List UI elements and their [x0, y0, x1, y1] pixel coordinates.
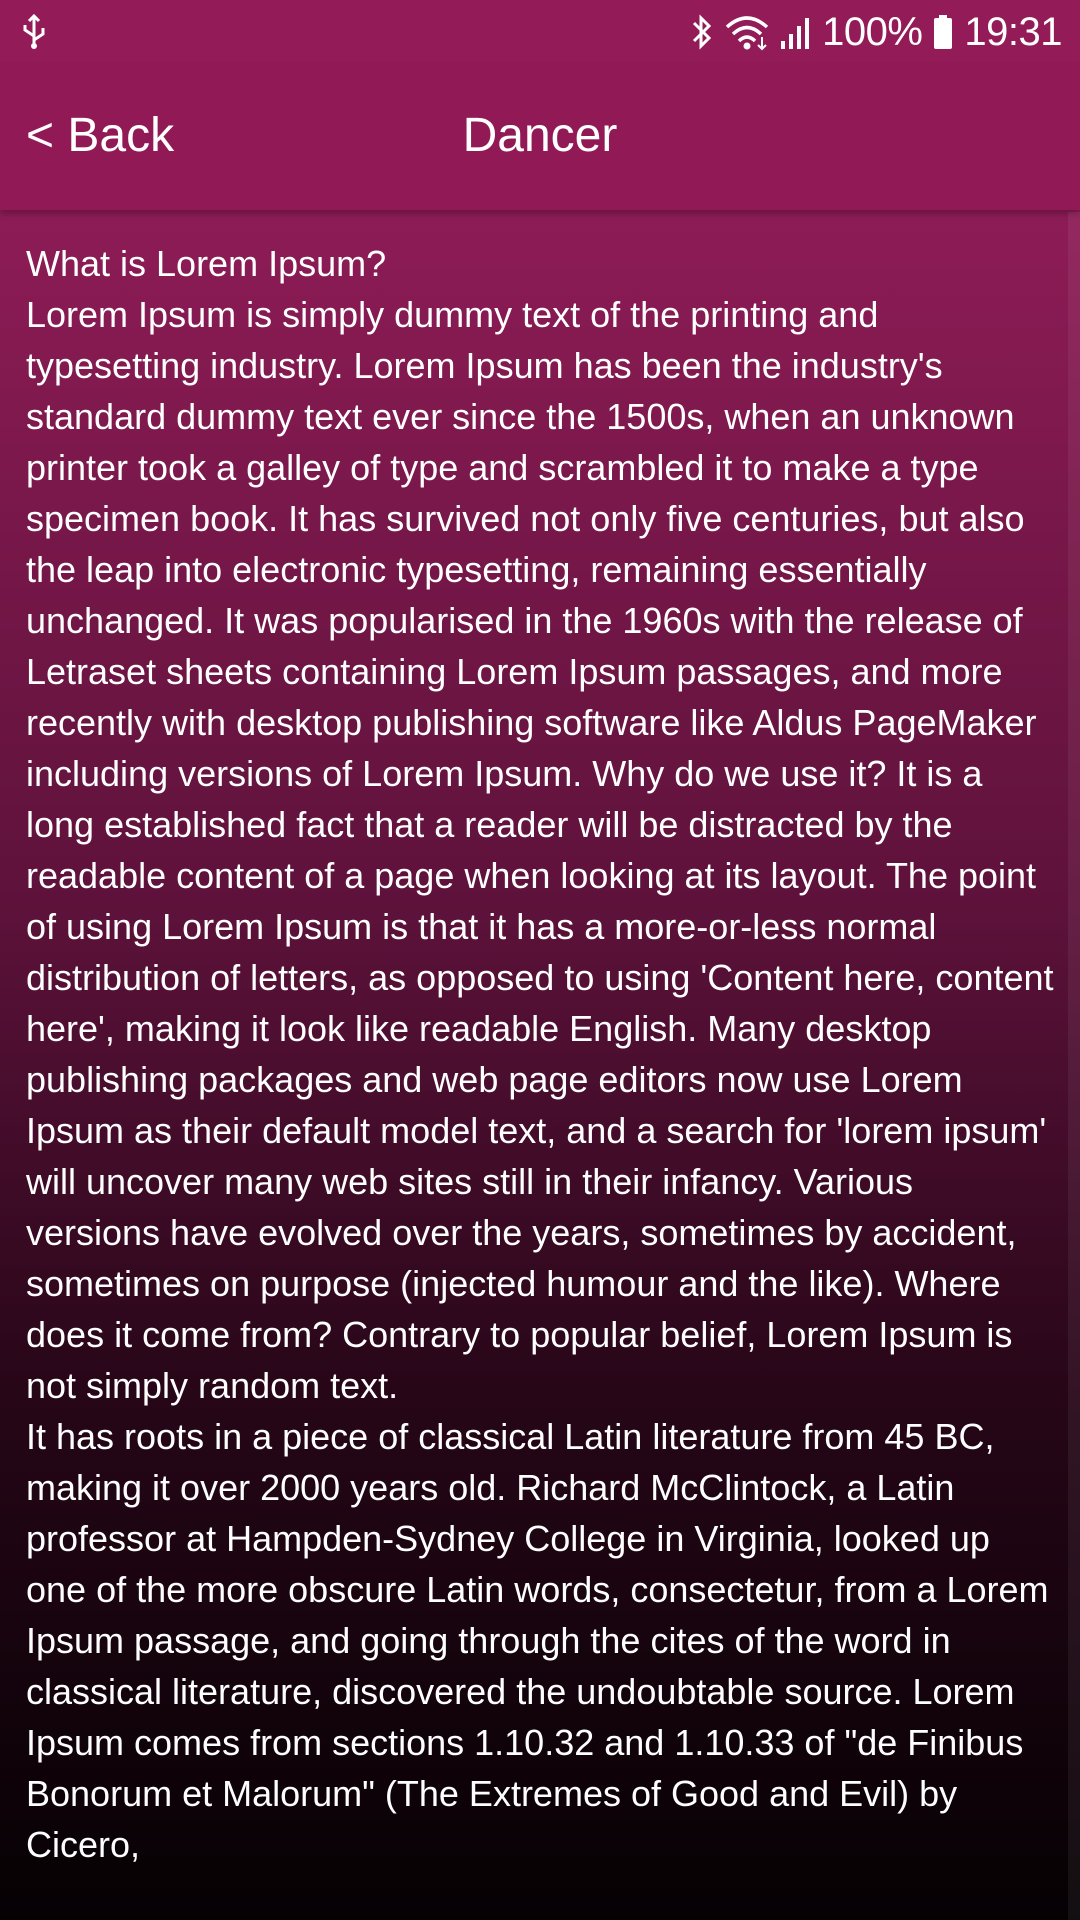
battery-icon — [934, 15, 953, 49]
app-bar: < Back Dancer — [0, 64, 1080, 210]
status-bar: 100% 19:31 — [0, 0, 1080, 64]
wifi-icon — [725, 16, 769, 51]
article-text: What is Lorem Ipsum? Lorem Ipsum is simp… — [26, 243, 1054, 1865]
bluetooth-icon — [693, 14, 712, 50]
usb-icon — [23, 14, 45, 49]
app-screen: 100% 19:31 < Back Dancer What is Lorem I… — [0, 0, 1080, 1920]
scrollbar[interactable] — [1068, 212, 1080, 1920]
signal-icon — [781, 18, 810, 49]
back-button[interactable]: < Back — [26, 108, 174, 164]
clock: 19:31 — [964, 10, 1062, 54]
status-icons: 100% 19:31 — [690, 0, 1062, 64]
content-scroll-area[interactable]: What is Lorem Ipsum? Lorem Ipsum is simp… — [26, 238, 1056, 1920]
battery-percent: 100% — [822, 10, 923, 54]
